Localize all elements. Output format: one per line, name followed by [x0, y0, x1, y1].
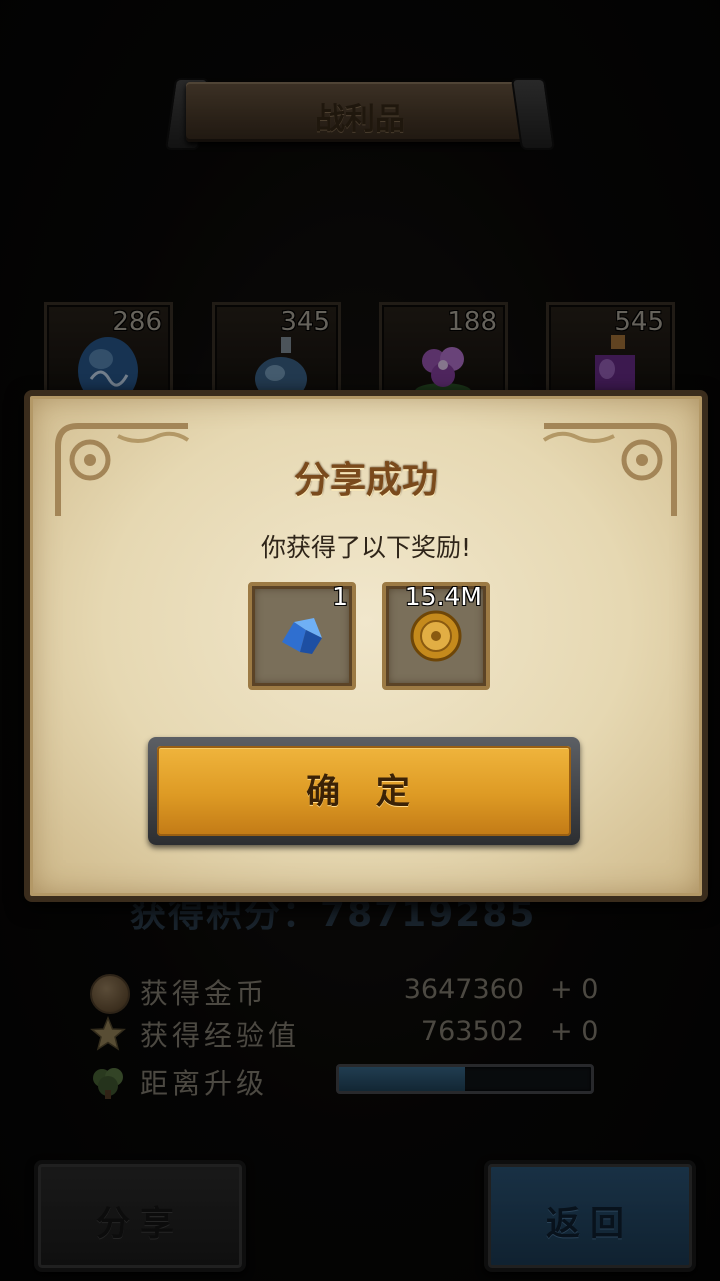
game-screen: 战利品 286 345 188 545 获得积分：78719285 获得金币 3…	[0, 0, 720, 1281]
gold-coin-icon	[410, 610, 462, 662]
confirm-button[interactable]: 确 定	[148, 737, 580, 845]
dialog-message: 你获得了以下奖励!	[260, 533, 472, 562]
reward-count: 15.4M	[404, 582, 482, 611]
confirm-button-label: 确 定	[306, 772, 422, 812]
blue-crystal-icon	[282, 618, 322, 654]
dialog-title: 分享成功	[293, 460, 438, 501]
reward-count: 1	[332, 582, 348, 611]
share-success-dialog: 分享成功 你获得了以下奖励! 1 15.4M 确 定	[24, 390, 708, 902]
reward-item[interactable]: 1	[248, 582, 356, 690]
reward-item[interactable]: 15.4M	[382, 582, 490, 690]
